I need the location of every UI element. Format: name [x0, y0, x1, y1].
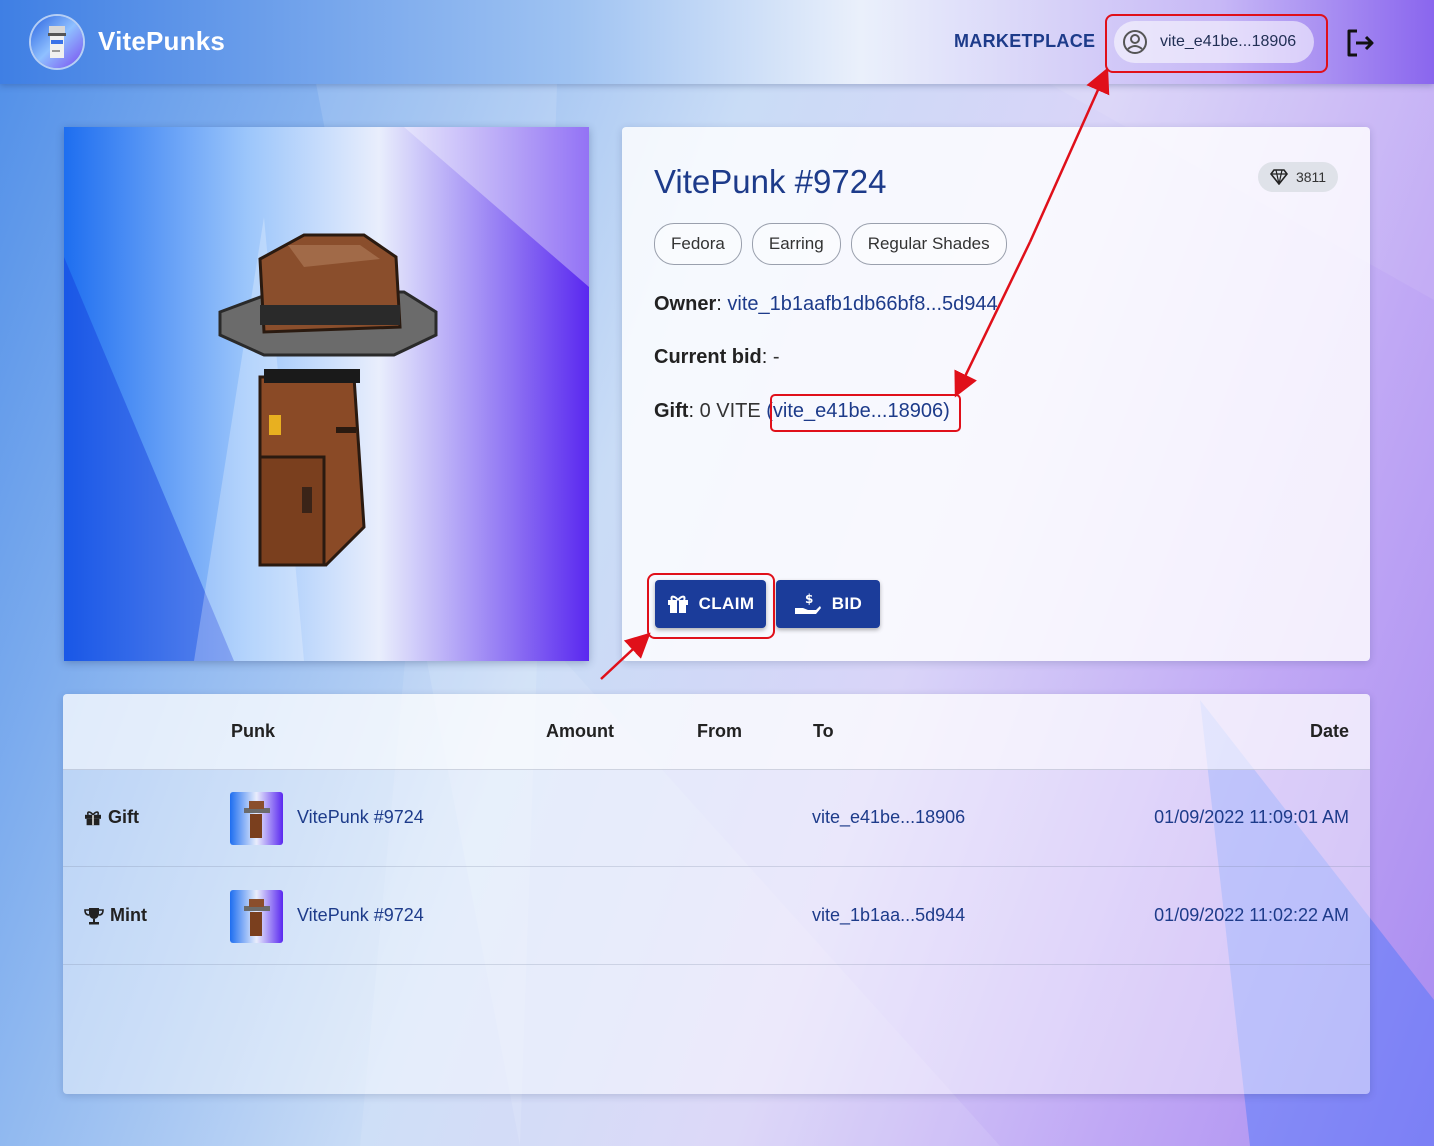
gift-icon: [667, 595, 688, 613]
svg-text:$: $: [805, 592, 814, 606]
event-type-label: Mint: [110, 905, 147, 925]
punk-thumbnail[interactable]: [230, 792, 283, 845]
current-bid-row: Current bid: -: [654, 346, 780, 368]
owner-address-link[interactable]: vite_1b1aafb1db66bf8...5d944: [727, 293, 997, 315]
punk-image: [64, 127, 589, 661]
rank-badge: 3811: [1258, 162, 1338, 192]
trait-tag[interactable]: Fedora: [654, 223, 742, 265]
diamond-icon: [1269, 169, 1288, 185]
nav-marketplace-link[interactable]: MARKETPLACE: [954, 31, 1095, 52]
punk-name-link[interactable]: VitePunk #9724: [297, 807, 424, 828]
column-header-punk: Punk: [231, 721, 276, 741]
owner-row: Owner: vite_1b1aafb1db66bf8...5d944: [654, 293, 998, 315]
account-circle-icon: [1123, 30, 1147, 54]
column-header-to: To: [813, 721, 834, 741]
rank-value: 3811: [1295, 169, 1327, 185]
vitepunks-logo[interactable]: [31, 16, 83, 68]
trait-tag[interactable]: Earring: [751, 223, 841, 265]
bid-label: BID: [831, 594, 863, 613]
to-address-link[interactable]: vite_e41be...18906: [812, 807, 965, 828]
punk-thumbnail[interactable]: [230, 890, 283, 943]
punk-name-link[interactable]: VitePunk #9724: [297, 905, 424, 926]
to-address-link[interactable]: vite_1b1aa...5d944: [812, 905, 965, 926]
account-address: vite_e41be...18906: [1160, 33, 1297, 50]
event-type: Mint: [84, 905, 147, 926]
punk-details-card: VitePunk #9724 3811 Fedora Earring Regul…: [622, 127, 1370, 661]
current-bid-label: Current bid: [654, 346, 762, 368]
top-navbar: VitePunks MARKETPLACE vite_e41be...18906: [0, 0, 1434, 84]
account-button[interactable]: vite_e41be...18906: [1114, 21, 1314, 63]
hand-money-icon: $: [794, 592, 821, 614]
trait-tag[interactable]: Regular Shades: [850, 223, 1007, 265]
current-bid-value: -: [772, 346, 780, 368]
event-type-label: Gift: [108, 807, 139, 827]
gift-amount: 0 VITE: [699, 400, 761, 422]
gift-icon: [85, 810, 101, 825]
event-type: Gift: [84, 807, 139, 828]
column-header-amount: Amount: [546, 721, 614, 741]
punk-title: VitePunk #9724: [654, 163, 887, 200]
logout-icon[interactable]: [1343, 26, 1377, 60]
brand-name[interactable]: VitePunks: [98, 26, 225, 57]
table-header: Punk Amount From To Date: [63, 694, 1370, 770]
claim-label: CLAIM: [698, 594, 755, 613]
event-date: 01/09/2022 11:09:01 AM: [1154, 807, 1349, 827]
bid-button[interactable]: $ BID: [776, 580, 880, 628]
claim-button[interactable]: CLAIM: [655, 580, 766, 628]
activity-table: Punk Amount From To Date Gift VitePunk #…: [63, 694, 1370, 1094]
gift-row: Gift: 0 VITE (vite_e41be...18906): [654, 400, 950, 422]
column-header-date: Date: [1309, 721, 1349, 741]
trait-tags: Fedora Earring Regular Shades: [654, 223, 1007, 265]
table-row[interactable]: Mint VitePunk #9724 vite_1b1aa...5d944 0…: [63, 867, 1370, 965]
column-header-from: From: [697, 721, 742, 741]
table-row[interactable]: Gift VitePunk #9724 vite_e41be...18906 0…: [63, 769, 1370, 867]
trophy-icon: [84, 907, 104, 924]
event-date: 01/09/2022 11:02:22 AM: [1154, 905, 1349, 925]
owner-label: Owner: [654, 293, 717, 315]
gift-recipient-link[interactable]: (vite_e41be...18906): [766, 400, 949, 422]
gift-label: Gift: [654, 400, 689, 422]
